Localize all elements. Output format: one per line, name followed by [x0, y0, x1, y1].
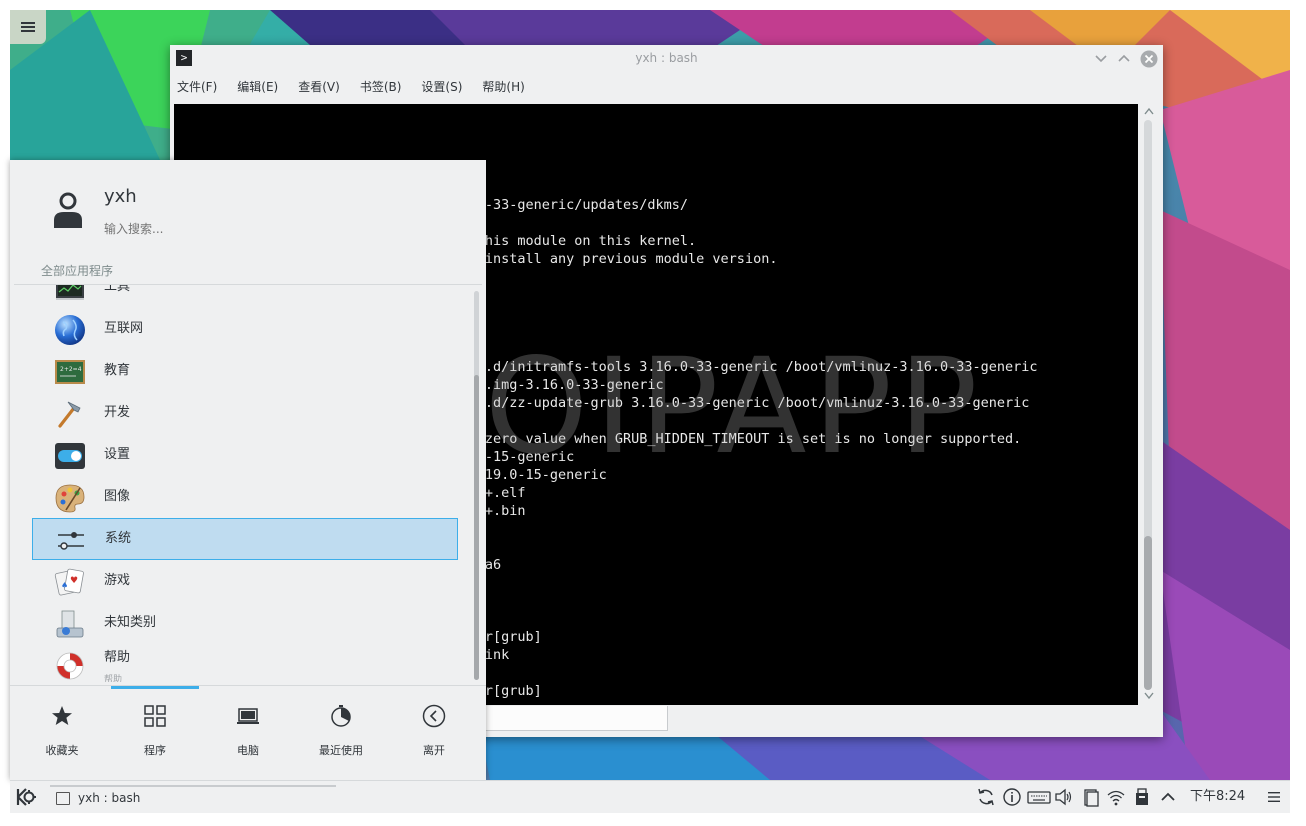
- tab-leave[interactable]: 离开: [389, 690, 479, 760]
- tab-recently-used[interactable]: 最近使用: [296, 690, 386, 760]
- chevron-up-icon: [1118, 54, 1130, 62]
- grid-icon: [144, 705, 166, 727]
- category-utilities[interactable]: 工具: [32, 285, 456, 307]
- app-category-list: 工具 互联网 2+2=4 教育 开发 设置 图像 系统 ♥ ♠ 游戏 未知类别 …: [14, 285, 474, 682]
- category-development[interactable]: 开发: [32, 393, 456, 433]
- list-scroll-thumb[interactable]: [474, 375, 479, 680]
- settings-toggle-icon: [55, 443, 85, 469]
- category-label: 未知类别: [104, 615, 157, 630]
- volume-icon[interactable]: [1054, 787, 1074, 807]
- category-label: 帮助: [104, 650, 131, 665]
- category-system[interactable]: 系统: [32, 518, 458, 560]
- category-description: 帮助: [104, 675, 123, 682]
- development-hammer-icon: [58, 401, 81, 428]
- education-chalkboard-icon: 2+2=4: [55, 360, 85, 384]
- tab-label: 电脑: [237, 744, 259, 757]
- category-internet[interactable]: 互联网: [32, 309, 456, 349]
- removable-device-icon[interactable]: [1132, 787, 1152, 807]
- help-lifebuoy-icon: [56, 652, 84, 680]
- unknown-category-icon: [56, 610, 84, 638]
- category-label: 设置: [104, 447, 131, 462]
- panel-menu-icon[interactable]: [1264, 787, 1284, 807]
- category-label: 互联网: [104, 321, 144, 336]
- expand-tray-icon[interactable]: [1158, 787, 1178, 807]
- category-label: 开发: [104, 405, 131, 420]
- tab-computer[interactable]: 电脑: [203, 690, 293, 760]
- category-label: 图像: [104, 489, 131, 504]
- tab-label: 程序: [144, 744, 166, 757]
- svg-text:2+2=4: 2+2=4: [60, 366, 82, 373]
- category-label: 教育: [104, 363, 131, 378]
- menu-file[interactable]: 文件(F): [170, 76, 224, 98]
- menu-view[interactable]: 查看(V): [291, 76, 347, 98]
- chevron-down-icon: [1095, 55, 1107, 63]
- keyboard-icon[interactable]: [1027, 787, 1051, 807]
- menu-help[interactable]: 帮助(H): [475, 76, 531, 98]
- category-education[interactable]: 2+2=4 教育: [32, 351, 456, 391]
- minimize-button[interactable]: [1093, 50, 1109, 66]
- menu-settings[interactable]: 设置(S): [414, 76, 469, 98]
- category-label: 游戏: [104, 573, 131, 588]
- tab-applications[interactable]: 程序: [110, 690, 200, 760]
- clock[interactable]: 下午8:24: [1190, 781, 1245, 813]
- internet-globe-icon: [55, 315, 85, 345]
- window-titlebar[interactable]: > yxh : bash: [170, 45, 1163, 71]
- leave-arrow-icon: [422, 704, 446, 728]
- kde-launcher-icon[interactable]: [12, 784, 38, 810]
- menu-edit[interactable]: 编辑(E): [230, 76, 285, 98]
- task-item-terminal[interactable]: yxh : bash: [48, 783, 338, 811]
- svg-text:♥: ♥: [70, 576, 78, 586]
- tab-favorites[interactable]: 收藏夹: [17, 690, 107, 760]
- category-label: 工具: [104, 285, 131, 294]
- utilities-icon: [56, 285, 84, 300]
- clipboard-icon[interactable]: [1081, 787, 1101, 807]
- terminal-scrollbar[interactable]: [1140, 104, 1158, 705]
- close-icon: [1140, 50, 1158, 68]
- updates-icon[interactable]: [976, 787, 996, 807]
- scroll-thumb[interactable]: [1144, 536, 1152, 690]
- category-graphics[interactable]: 图像: [32, 477, 456, 517]
- info-icon[interactable]: [1002, 787, 1022, 807]
- category-label: 系统: [105, 531, 132, 546]
- user-name: yxh: [104, 186, 137, 207]
- task-label: yxh : bash: [78, 791, 141, 805]
- svg-text:♠: ♠: [61, 581, 68, 590]
- close-button[interactable]: [1140, 50, 1158, 68]
- category-help[interactable]: 帮助 帮助: [32, 645, 456, 682]
- window-title: yxh : bash: [635, 51, 698, 65]
- tab-label: 最近使用: [319, 744, 363, 757]
- taskbar-panel: yxh : bash 下午8:24: [10, 780, 1290, 813]
- category-settings[interactable]: 设置: [32, 435, 456, 475]
- hamburger-icon: [21, 22, 35, 32]
- tab-label: 收藏夹: [45, 744, 79, 757]
- wifi-icon[interactable]: [1106, 787, 1126, 807]
- category-games[interactable]: ♥ ♠ 游戏: [32, 561, 456, 601]
- desktop-toolbox-button[interactable]: [10, 10, 46, 44]
- section-header: 全部应用程序: [41, 264, 114, 278]
- scroll-down-arrow-icon[interactable]: [1144, 692, 1154, 700]
- games-cards-icon: ♥ ♠: [54, 568, 84, 596]
- application-launcher: yxh 全部应用程序 工具 互联网 2+2: [10, 160, 486, 780]
- user-avatar-icon[interactable]: [50, 190, 86, 230]
- menubar: 文件(F) 编辑(E) 查看(V) 书签(B) 设置(S) 帮助(H): [170, 76, 538, 98]
- active-tab-indicator: [111, 686, 199, 689]
- scroll-up-arrow-icon[interactable]: [1144, 107, 1154, 115]
- category-unknown[interactable]: 未知类别: [32, 603, 456, 643]
- star-icon: [52, 706, 72, 725]
- maximize-button[interactable]: [1116, 50, 1132, 66]
- system-sliders-icon: [58, 532, 84, 550]
- graphics-palette-icon: [55, 484, 85, 513]
- terminal-task-icon: [56, 792, 70, 805]
- search-input[interactable]: [104, 220, 464, 238]
- menu-bookmarks[interactable]: 书签(B): [353, 76, 409, 98]
- divider: [10, 685, 486, 686]
- recent-timer-icon: [331, 705, 351, 727]
- tab-label: 离开: [423, 744, 445, 757]
- laptop-icon: [237, 708, 259, 724]
